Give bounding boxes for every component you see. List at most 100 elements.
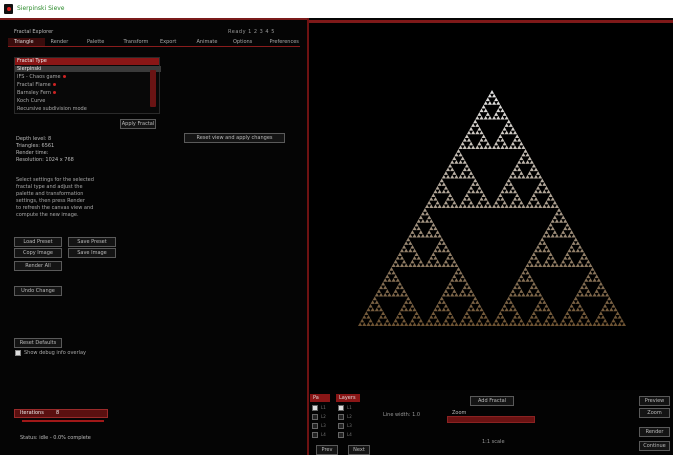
fractal-cell xyxy=(535,200,541,205)
fractal-cell xyxy=(448,163,453,168)
info-triangles: Triangles: 6561 xyxy=(16,143,55,149)
fractal-cell xyxy=(542,182,547,186)
fractal-cell xyxy=(408,322,413,326)
fractal-cell xyxy=(592,278,597,282)
save-preset-button[interactable]: Save Preset xyxy=(68,237,116,247)
layer-row[interactable]: L1 xyxy=(312,405,326,411)
load-preset-button[interactable]: Load Preset xyxy=(14,237,62,247)
render-all-button[interactable]: Render All xyxy=(14,261,62,271)
fractal-cell xyxy=(437,182,442,186)
fractal-cell xyxy=(609,307,614,312)
fractal-cell xyxy=(475,145,480,149)
layer-checkbox[interactable] xyxy=(312,405,318,411)
fractal-cell xyxy=(542,204,547,208)
layer-checkbox[interactable] xyxy=(312,423,318,429)
save-image-button[interactable]: Save Image xyxy=(68,248,116,258)
fractal-cell xyxy=(563,226,568,231)
fractal-cell xyxy=(389,267,394,271)
add-fractal-button[interactable]: Add Fractal xyxy=(470,396,514,406)
status-dot-icon xyxy=(52,83,56,86)
fractal-cell xyxy=(458,145,463,149)
fractal-cell xyxy=(458,270,463,275)
layer-row[interactable]: L3 xyxy=(312,423,326,429)
fractal-cell xyxy=(550,233,555,238)
layer-row[interactable]: L1 xyxy=(338,405,352,411)
fractal-cell xyxy=(471,174,476,179)
fractal-cell xyxy=(370,300,375,304)
fractal-cell xyxy=(559,219,564,223)
tab-palette-mini[interactable]: Pa xyxy=(310,394,330,402)
tab-animate[interactable]: Animate xyxy=(191,38,228,46)
continue-button[interactable]: Continue xyxy=(639,441,670,451)
layer-row[interactable]: L2 xyxy=(338,414,352,420)
undo-button[interactable]: Undo Change xyxy=(14,286,62,296)
debug-overlay-checkbox[interactable] xyxy=(15,350,21,356)
layer-checkbox[interactable] xyxy=(338,423,344,429)
next-button[interactable]: Next xyxy=(348,445,370,455)
fractal-cell xyxy=(567,248,572,253)
tab-options[interactable]: Options xyxy=(227,38,264,46)
tab-render[interactable]: Render xyxy=(45,38,82,46)
layer-row[interactable]: L2 xyxy=(312,414,326,420)
fractal-cell xyxy=(485,97,490,102)
list-item[interactable]: Barnsley Fern xyxy=(17,90,57,96)
fractal-cell xyxy=(448,193,453,197)
list-item[interactable]: IFS - Chaos game xyxy=(17,74,66,80)
zoom-slider[interactable] xyxy=(447,416,535,423)
zoom-button[interactable]: Zoom xyxy=(639,408,670,418)
tab-layers[interactable]: Layers xyxy=(336,394,360,402)
reset-defaults-button[interactable]: Reset Defaults xyxy=(14,338,62,348)
fractal-cell xyxy=(492,145,497,149)
fractal-cell xyxy=(475,322,480,326)
tab-transform[interactable]: Transform xyxy=(118,38,155,46)
fractal-cell xyxy=(586,318,591,323)
description-line: palette and transformation xyxy=(16,191,84,197)
reset-view-button[interactable]: Reset view and apply changes xyxy=(184,133,285,143)
copy-image-button[interactable]: Copy Image xyxy=(14,248,62,258)
layer-checkbox[interactable] xyxy=(312,432,318,438)
list-item[interactable]: Koch Curve xyxy=(17,98,45,104)
layer-row[interactable]: L3 xyxy=(338,423,352,429)
list-item[interactable]: Recursive subdivision mode xyxy=(17,106,87,112)
fractal-cell xyxy=(418,230,423,234)
list-item[interactable]: Sierpinski xyxy=(15,66,161,72)
fractal-cell xyxy=(588,292,593,297)
fractal-cell xyxy=(458,160,463,164)
slider-value: 8 xyxy=(56,410,60,416)
fractal-cell xyxy=(598,281,603,286)
list-item[interactable]: Fractal Flame xyxy=(17,82,56,88)
fractal-cell xyxy=(408,248,413,253)
fractal-cell xyxy=(552,259,557,264)
layer-row[interactable]: L4 xyxy=(338,432,352,438)
layer-checkbox[interactable] xyxy=(312,414,318,420)
layer-checkbox[interactable] xyxy=(338,432,344,438)
preview-button[interactable]: Preview xyxy=(639,396,670,406)
fractal-cell xyxy=(477,185,482,190)
fractal-cell xyxy=(433,322,438,326)
fractal-cell xyxy=(437,204,442,208)
layer-checkbox[interactable] xyxy=(338,405,344,411)
fractal-cell xyxy=(613,322,618,326)
fractal-cell xyxy=(385,274,390,279)
tab-export[interactable]: Export xyxy=(154,38,191,46)
fractal-cell xyxy=(538,241,543,245)
fractal-cell xyxy=(579,314,585,319)
fractal-cell xyxy=(609,300,614,304)
fractal-cell xyxy=(471,322,476,326)
layer-checkbox[interactable] xyxy=(338,414,344,420)
fractal-cell xyxy=(515,163,520,168)
prev-button[interactable]: Prev xyxy=(316,445,338,455)
tab-palette[interactable]: Palette xyxy=(81,38,118,46)
fractal-cell xyxy=(416,263,421,267)
fractal-type-list[interactable]: Fractal Type Sierpinski IFS - Chaos game… xyxy=(14,57,161,114)
layer-row[interactable]: L4 xyxy=(312,432,326,438)
list-scrollbar[interactable] xyxy=(150,70,156,107)
tab-preferences[interactable]: Preferences xyxy=(264,38,301,46)
apply-fractal-button[interactable]: Apply Fractal xyxy=(120,119,156,129)
tab-triangle[interactable]: Triangle xyxy=(8,38,45,46)
fractal-cell xyxy=(579,292,585,297)
fractal-cell xyxy=(600,292,606,297)
render-button[interactable]: Render xyxy=(639,427,670,437)
fractal-cell xyxy=(590,267,595,271)
fractal-cell xyxy=(569,259,574,264)
